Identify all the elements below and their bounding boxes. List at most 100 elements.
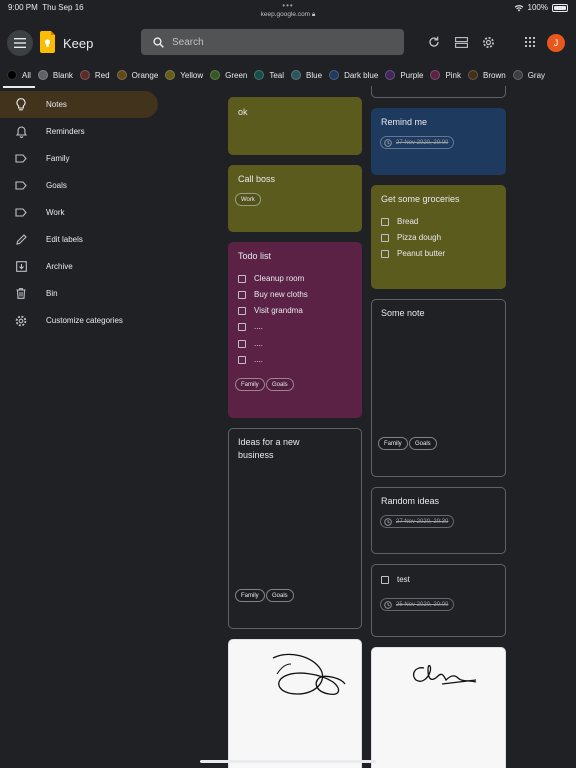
checklist-item[interactable]: Visit grandma [238,305,303,316]
checklist-item[interactable]: Peanut butter [381,248,445,259]
note-card-ok[interactable]: ok [228,97,362,155]
checkbox[interactable] [381,233,389,242]
label-chip-family[interactable]: Family [235,589,265,602]
checkbox[interactable] [238,306,246,315]
note-title: Get some groceries [381,194,460,204]
main-menu-button[interactable] [7,30,33,56]
settings-button[interactable] [479,33,497,51]
account-avatar[interactable]: J [547,34,565,52]
gear-icon [14,314,28,328]
note-card-ideas[interactable]: Ideas for a new business Family Goals [228,428,362,629]
filter-chip-brown[interactable]: Brown [468,66,506,84]
note-card-groceries[interactable]: Get some groceries Bread Pizza dough Pea… [371,185,506,289]
refresh-button[interactable] [425,33,443,51]
note-title: ok [238,107,248,117]
label-chip-family[interactable]: Family [378,437,408,450]
sidebar-item-customize-categories[interactable]: Customize categories [0,307,158,334]
checklist-item[interactable]: Bread [381,216,418,227]
checkbox[interactable] [381,217,389,226]
filter-chip-all[interactable]: All [3,66,35,88]
url-bar[interactable]: keep.google.com 🔒︎ [0,11,576,19]
search-bar[interactable]: Search [141,29,404,55]
filter-chip-teal[interactable]: Teal [254,66,284,84]
color-swatch [430,70,441,80]
note-card-todo-list[interactable]: Todo list Cleanup room Buy new cloths Vi… [228,242,362,418]
battery-percent: 100% [527,3,548,12]
note-card-random-ideas[interactable]: Random ideas 27 Nov 2020, 20:30 [371,487,506,554]
sidebar-item-family[interactable]: Family [0,145,158,172]
checklist-item[interactable]: .... [238,321,263,332]
search-input[interactable]: Search [172,37,204,48]
reminder-chip[interactable]: 25 Nov 2020, 20:00 [380,598,455,611]
checkbox[interactable] [381,575,389,584]
filter-chip-purple[interactable]: Purple [385,66,423,84]
checkbox[interactable] [238,274,246,283]
filter-chip-orange[interactable]: Orange [116,66,158,84]
checklist-item[interactable]: test [381,574,410,585]
note-card-call-boss[interactable]: Call boss Work [228,165,362,232]
color-swatch [116,70,127,80]
sidebar-item-work[interactable]: Work [0,199,158,226]
chip-label: Teal [269,70,285,80]
checklist-item[interactable]: .... [238,338,263,349]
checklist-text: test [397,575,410,584]
checkbox[interactable] [238,339,246,348]
color-swatch [329,70,340,80]
note-card-remind-me[interactable]: Remind me 27 Nov 2020, 20:00 [371,108,506,175]
apps-grid-icon [525,37,535,47]
note-card-drawing-1[interactable] [228,639,362,768]
label-chip-goals[interactable]: Goals [266,378,294,391]
filter-chip-yellow[interactable]: Yellow [165,66,203,84]
label-chip-work[interactable]: Work [235,193,261,206]
chip-label: All [22,70,31,80]
sidebar-item-label: Reminders [46,127,85,136]
note-card-partial-top[interactable] [371,86,506,98]
filter-chip-gray[interactable]: Gray [512,66,545,84]
handwriting-drawing [412,664,477,685]
checklist-item[interactable]: Buy new cloths [238,289,308,300]
filter-chip-blue[interactable]: Blue [291,66,322,84]
sidebar-item-archive[interactable]: Archive [0,253,158,280]
checklist-item[interactable]: Pizza dough [381,232,441,243]
checkbox[interactable] [381,249,389,258]
filter-chip-red[interactable]: Red [79,66,110,84]
sidebar-item-edit-labels[interactable]: Edit labels [0,226,158,253]
filter-chip-blank[interactable]: Blank [37,66,73,84]
note-card-some-note[interactable]: Some note Family Goals [371,299,506,477]
sidebar-item-label: Bin [46,289,58,298]
checklist-text: Visit grandma [254,306,303,315]
multitask-dots-icon[interactable]: ••• [0,1,576,10]
clock-icon [384,600,392,609]
sidebar-item-bin[interactable]: Bin [0,280,158,307]
note-card-drawing-2[interactable] [371,647,506,768]
checkbox[interactable] [238,290,246,299]
filter-chip-pink[interactable]: Pink [430,66,461,84]
sidebar-item-notes[interactable]: Notes [0,91,158,118]
note-title: Remind me [381,117,428,127]
sidebar-item-label: Archive [46,262,73,271]
list-view-button[interactable] [452,33,470,51]
label-chip-goals[interactable]: Goals [409,437,437,450]
label-chip-family[interactable]: Family [235,378,265,391]
app-title: Keep [63,36,94,51]
reminder-chip[interactable]: 27 Nov 2020, 20:00 [380,136,455,149]
hamburger-icon [14,38,26,48]
checkbox[interactable] [238,322,246,331]
filter-chip-dark-blue[interactable]: Dark blue [329,66,378,84]
sidebar-item-reminders[interactable]: Reminders [0,118,158,145]
sidebar-item-goals[interactable]: Goals [0,172,158,199]
checkbox[interactable] [238,355,246,364]
filter-chip-green[interactable]: Green [210,66,247,84]
checklist-item[interactable]: .... [238,354,263,365]
note-card-test[interactable]: test 25 Nov 2020, 20:00 [371,564,506,637]
url-text: keep.google.com [260,11,311,18]
home-indicator[interactable] [200,760,376,763]
label-chip-goals[interactable]: Goals [266,589,294,602]
checklist-item[interactable]: Cleanup room [238,273,304,284]
reminder-chip[interactable]: 27 Nov 2020, 20:30 [380,515,455,528]
battery-icon [552,3,568,12]
checklist-text: .... [254,339,263,348]
reminder-text: 25 Nov 2020, 20:00 [396,601,449,608]
apps-button[interactable] [521,33,539,51]
note-title: Ideas for a new business [238,437,300,460]
